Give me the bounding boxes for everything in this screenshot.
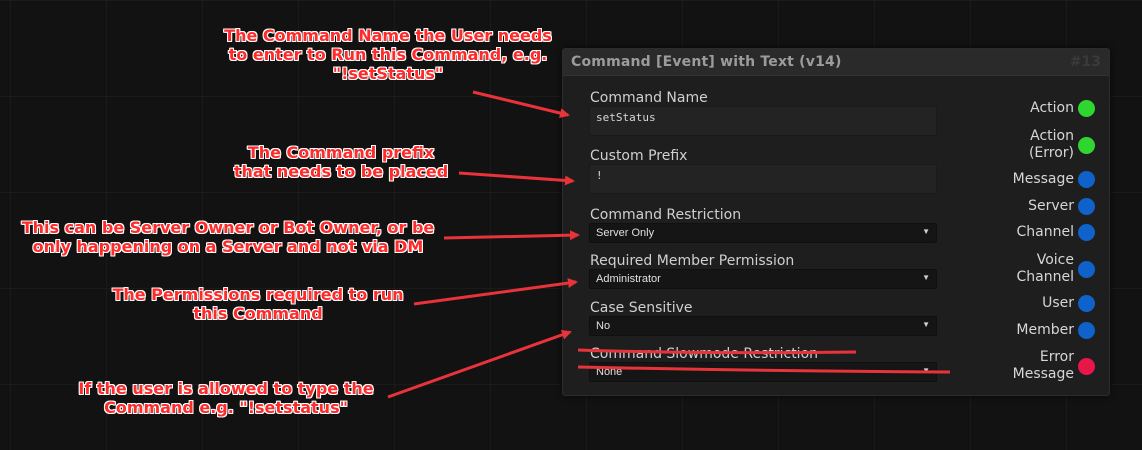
annotation-case-line2: Command e.g. "!setstatus" xyxy=(104,398,348,417)
annotation-restriction-line1: This can be Server Owner or Bot Owner, o… xyxy=(21,218,435,237)
annotation-restriction: This can be Server Owner or Bot Owner, o… xyxy=(8,218,448,256)
arrow-restriction xyxy=(443,230,580,241)
annotation-case-sensitive: If the user is allowed to type the Comma… xyxy=(68,379,384,417)
annotation-prefix: The Command prefix that needs to be plac… xyxy=(213,143,469,181)
arrow-command-name xyxy=(472,90,570,118)
annotation-command-name: The Command Name the User needs to enter… xyxy=(206,26,570,83)
annotation-command-name-line2: to enter to Run this Command, e.g. xyxy=(228,45,548,64)
annotation-permission-line1: The Permissions required to run xyxy=(112,285,404,304)
annotation-permission: The Permissions required to run this Com… xyxy=(96,285,420,323)
arrow-permission xyxy=(413,278,578,306)
strike-line-1 xyxy=(577,348,857,355)
annotation-command-name-line1: The Command Name the User needs xyxy=(224,26,552,45)
annotation-permission-line2: this Command xyxy=(193,304,323,323)
annotation-prefix-line2: that needs to be placed xyxy=(233,162,449,181)
annotation-case-line1: If the user is allowed to type the xyxy=(78,379,374,398)
annotation-command-name-line3: "!setStatus" xyxy=(332,64,444,83)
annotation-restriction-line2: only happening on a Server and not via D… xyxy=(32,237,424,256)
annotation-prefix-line1: The Command prefix xyxy=(247,143,435,162)
arrow-prefix xyxy=(458,171,575,186)
strike-line-2 xyxy=(577,365,951,374)
arrow-case-sensitive xyxy=(387,329,572,399)
